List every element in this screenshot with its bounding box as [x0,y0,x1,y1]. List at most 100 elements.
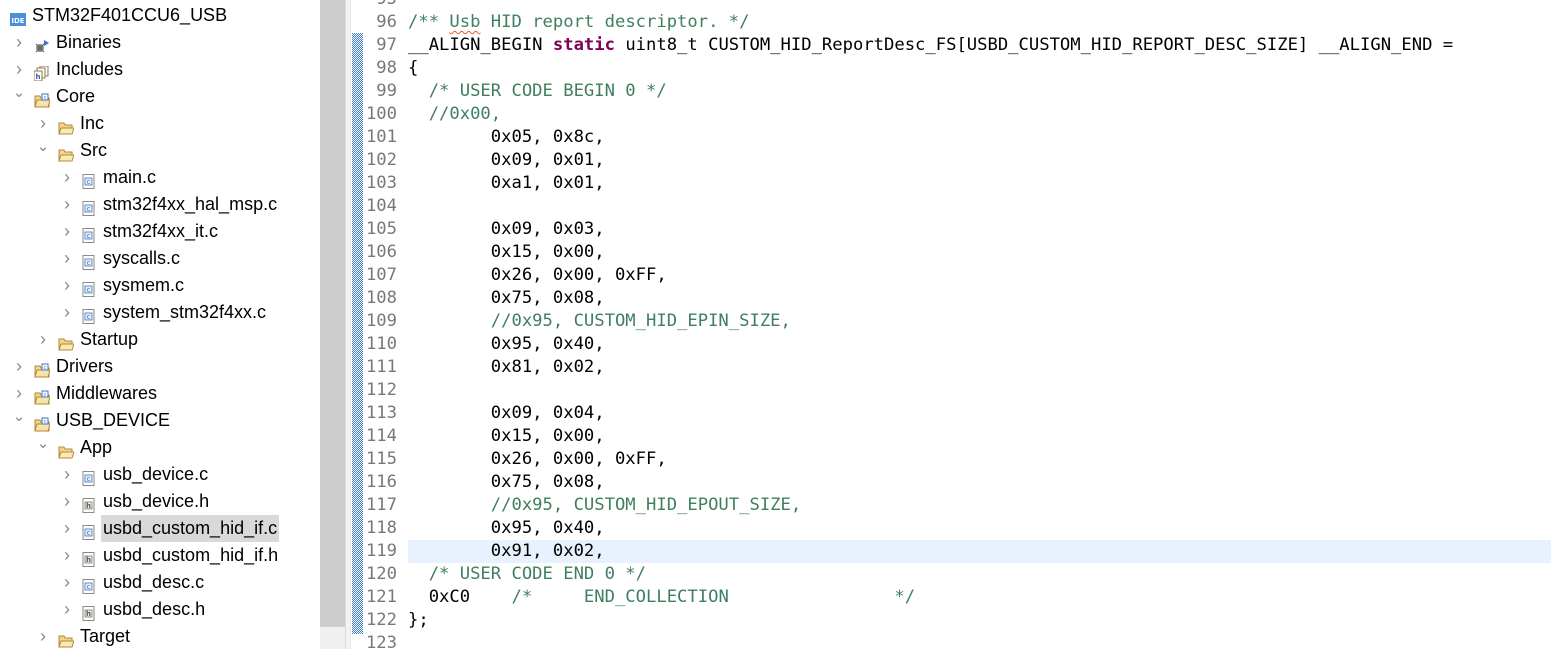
code-text[interactable]: 0x09, 0x04, [408,402,1551,425]
tree-item-label[interactable]: App [78,434,114,461]
tree-item-label[interactable]: Src [78,137,109,164]
tree-item-label[interactable]: Target [78,623,132,649]
code-line[interactable]: 98 { [363,57,1551,80]
code-text[interactable]: { [408,57,1551,80]
code-line[interactable]: 111 0x81, 0x02, [363,356,1551,379]
code-text[interactable]: 0xC0 /* END_COLLECTION */ [408,586,1551,609]
chevron-right-icon[interactable]: › [60,191,74,218]
code-line[interactable]: 115 0x26, 0x00, 0xFF, [363,448,1551,471]
tree-item-label[interactable]: syscalls.c [101,245,182,272]
tree-item-label[interactable]: usbd_desc.c [101,569,206,596]
chevron-right-icon[interactable]: › [60,245,74,272]
code-line[interactable]: 110 0x95, 0x40, [363,333,1551,356]
tree-item-label[interactable]: USB_DEVICE [54,407,172,434]
code-text[interactable] [408,195,1551,218]
chevron-right-icon[interactable]: › [60,461,74,488]
chevron-right-icon[interactable]: › [60,542,74,569]
code-text[interactable]: 0x26, 0x00, 0xFF, [408,264,1551,287]
code-text[interactable]: /** Usb HID report descriptor. */ [408,11,1551,34]
code-line[interactable]: 108 0x75, 0x08, [363,287,1551,310]
tree-item-label[interactable]: Inc [78,110,106,137]
tree-item-label[interactable]: Startup [78,326,140,353]
code-line[interactable]: 113 0x09, 0x04, [363,402,1551,425]
chevron-right-icon[interactable]: › [60,488,74,515]
tree-item-label[interactable]: Middlewares [54,380,159,407]
code-line[interactable]: 96 /** Usb HID report descriptor. */ [363,11,1551,34]
panel-divider[interactable] [345,0,351,649]
code-text[interactable] [408,632,1551,649]
code-text[interactable]: 0x15, 0x00, [408,425,1551,448]
code-text[interactable] [408,0,1551,11]
code-text[interactable]: 0x95, 0x40, [408,517,1551,540]
code-line[interactable]: 100 //0x00, [363,103,1551,126]
code-text[interactable]: 0x91, 0x02, [408,540,1551,563]
tree-item-label[interactable]: Includes [54,56,125,83]
tree-item-label[interactable]: stm32f4xx_it.c [101,218,220,245]
chevron-right-icon[interactable]: › [60,569,74,596]
code-line[interactable]: 99 /* USER CODE BEGIN 0 */ [363,80,1551,103]
code-line[interactable]: 118 0x95, 0x40, [363,517,1551,540]
code-text[interactable]: 0x95, 0x40, [408,333,1551,356]
chevron-down-icon[interactable]: ⌄ [36,430,50,457]
code-text[interactable]: /* USER CODE BEGIN 0 */ [408,80,1551,103]
code-line[interactable]: 116 0x75, 0x08, [363,471,1551,494]
code-text[interactable]: 0x09, 0x01, [408,149,1551,172]
chevron-down-icon[interactable]: ⌄ [12,403,26,430]
chevron-right-icon[interactable]: › [12,353,26,380]
code-line[interactable]: 105 0x09, 0x03, [363,218,1551,241]
tree-item-label[interactable]: system_stm32f4xx.c [101,299,268,326]
code-line[interactable]: 112 [363,379,1551,402]
code-text[interactable]: 0x15, 0x00, [408,241,1551,264]
tree-item-label[interactable]: STM32F401CCU6_USB [30,2,229,29]
code-line[interactable]: 120 /* USER CODE END 0 */ [363,563,1551,586]
code-line[interactable]: 117 //0x95, CUSTOM_HID_EPOUT_SIZE, [363,494,1551,517]
chevron-right-icon[interactable]: › [12,29,26,56]
scrollbar-thumb[interactable] [320,0,345,627]
code-line[interactable]: 109 //0x95, CUSTOM_HID_EPIN_SIZE, [363,310,1551,333]
tree-item-label[interactable]: usbd_custom_hid_if.h [101,542,280,569]
code-text[interactable]: 0x75, 0x08, [408,471,1551,494]
tree-item-label[interactable]: usbd_custom_hid_if.c [101,515,280,542]
code-line[interactable]: 103 0xa1, 0x01, [363,172,1551,195]
code-text[interactable]: 0x75, 0x08, [408,287,1551,310]
chevron-right-icon[interactable]: › [60,299,74,326]
tree-item-label[interactable]: usbd_desc.h [101,596,207,623]
code-line[interactable]: 97 __ALIGN_BEGIN static uint8_t CUSTOM_HI… [363,34,1551,57]
code-line[interactable]: 104 [363,195,1551,218]
tree-item-label[interactable]: Core [54,83,97,110]
code-text[interactable]: //0x95, CUSTOM_HID_EPIN_SIZE, [408,310,1551,333]
code-text[interactable] [408,379,1551,402]
tree-item-label[interactable]: usb_device.h [101,488,211,515]
code-text[interactable]: __ALIGN_BEGIN static uint8_t CUSTOM_HID_… [408,34,1551,57]
code-line[interactable]: 102 0x09, 0x01, [363,149,1551,172]
code-editor[interactable]: 9596 /** Usb HID report descriptor. */ 97 _… [363,0,1551,649]
code-line[interactable]: 122}; [363,609,1551,632]
code-text[interactable]: }; [408,609,1551,632]
chevron-right-icon[interactable]: › [36,326,50,353]
chevron-right-icon[interactable]: › [60,272,74,299]
chevron-down-icon[interactable]: ⌄ [12,79,26,106]
code-line[interactable]: 114 0x15, 0x00, [363,425,1551,448]
code-text[interactable]: 0x81, 0x02, [408,356,1551,379]
tree-item-label[interactable]: usb_device.c [101,461,210,488]
tree-item-label[interactable]: main.c [101,164,158,191]
chevron-right-icon[interactable]: › [60,596,74,623]
tree-item-label[interactable]: stm32f4xx_hal_msp.c [101,191,279,218]
code-text[interactable]: /* USER CODE END 0 */ [408,563,1551,586]
code-line[interactable]: 107 0x26, 0x00, 0xFF, [363,264,1551,287]
code-text[interactable]: 0x05, 0x8c, [408,126,1551,149]
code-text[interactable]: 0xa1, 0x01, [408,172,1551,195]
code-line[interactable]: 95 [363,0,1551,11]
code-line[interactable]: 119 0x91, 0x02, [363,540,1551,563]
code-line[interactable]: 101 0x05, 0x8c, [363,126,1551,149]
chevron-right-icon[interactable]: › [60,218,74,245]
chevron-down-icon[interactable]: ⌄ [36,133,50,160]
code-line[interactable]: 106 0x15, 0x00, [363,241,1551,264]
code-text[interactable]: //0x00, [408,103,1551,126]
tree-item-label[interactable]: Drivers [54,353,115,380]
tree-item-label[interactable]: Binaries [54,29,123,56]
code-text[interactable]: 0x09, 0x03, [408,218,1551,241]
chevron-right-icon[interactable]: › [36,623,50,649]
tree-item-label[interactable]: sysmem.c [101,272,186,299]
code-line[interactable]: 123 [363,632,1551,649]
